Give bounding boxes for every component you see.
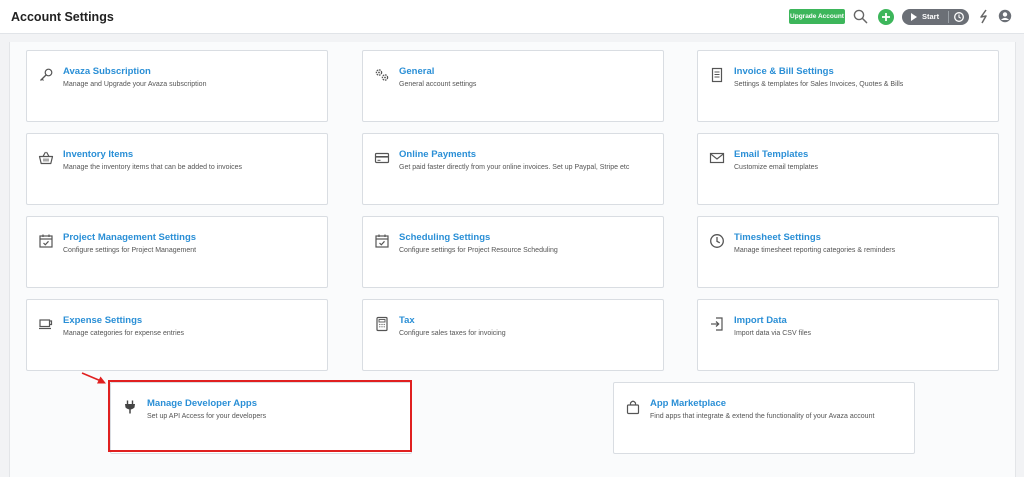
settings-card-expense-settings[interactable]: Expense Settings Manage categories for e… (26, 299, 328, 371)
highlight-box (108, 380, 412, 452)
card-title: Scheduling Settings (399, 232, 491, 243)
envelope-icon (709, 150, 725, 166)
import-icon (709, 316, 725, 332)
card-description: Configure sales taxes for invoicing (399, 330, 506, 337)
card-title: Timesheet Settings (734, 232, 821, 243)
play-icon (911, 13, 917, 21)
card-description: Customize email templates (734, 164, 819, 171)
invoice-icon (709, 67, 725, 83)
settings-card-inventory-items[interactable]: Inventory Items Manage the inventory ite… (26, 133, 328, 205)
card-title: Avaza Subscription (63, 66, 151, 77)
clock-icon (709, 233, 725, 249)
card-description: Manage and Upgrade your Avaza subscripti… (63, 81, 207, 88)
page-title: Account Settings (11, 10, 114, 24)
shopping-bag-icon (625, 399, 641, 415)
settings-card-project-management-settings[interactable]: Project Management Settings Configure se… (26, 216, 328, 288)
card-description: Configure settings for Project Managemen… (63, 247, 197, 254)
settings-card-scheduling-settings[interactable]: Scheduling Settings Configure settings f… (362, 216, 664, 288)
card-title: Project Management Settings (63, 232, 197, 243)
key-icon (38, 67, 54, 83)
card-title: Inventory Items (63, 149, 134, 160)
settings-card-email-templates[interactable]: Email Templates Customize email template… (697, 133, 999, 205)
calendar-check-icon (38, 233, 54, 249)
lightning-bolt-icon[interactable] (978, 9, 990, 29)
settings-card-general[interactable]: General General account settings (362, 50, 664, 122)
card-title: Import Data (734, 315, 787, 326)
settings-card-invoice-bill-settings[interactable]: Invoice & Bill Settings Settings & templ… (697, 50, 999, 122)
add-icon[interactable] (878, 9, 894, 25)
card-title: Email Templates (734, 149, 809, 160)
calendar-check-icon (374, 233, 390, 249)
card-description: Configure settings for Project Resource … (399, 247, 558, 254)
card-title: Expense Settings (63, 315, 143, 326)
card-description: Manage timesheet reporting categories & … (734, 247, 896, 254)
card-description: Manage categories for expense entries (63, 330, 185, 337)
card-title: General (399, 66, 435, 77)
upgrade-account-button[interactable]: Upgrade Account (789, 9, 845, 24)
card-title: Invoice & Bill Settings (734, 66, 834, 77)
timer-divider (948, 11, 949, 23)
user-account-icon[interactable] (998, 9, 1012, 28)
top-bar: Account Settings Upgrade Account Start (0, 0, 1024, 34)
annotation-arrow-icon (81, 372, 106, 384)
card-description: Get paid faster directly from your onlin… (399, 164, 630, 171)
timer-clock-icon[interactable] (953, 11, 965, 23)
card-title: App Marketplace (650, 398, 727, 409)
credit-card-icon (374, 150, 390, 166)
card-description: Manage the inventory items that can be a… (63, 164, 242, 171)
basket-icon (38, 150, 54, 166)
settings-card-online-payments[interactable]: Online Payments Get paid faster directly… (362, 133, 664, 205)
gears-icon (374, 67, 390, 83)
calculator-icon (374, 316, 390, 332)
coffee-cup-icon (38, 316, 54, 332)
settings-card-import-data[interactable]: Import Data Import data via CSV files (697, 299, 999, 371)
search-icon[interactable] (853, 9, 868, 24)
timer-start-button[interactable]: Start (902, 9, 969, 25)
settings-card-app-marketplace[interactable]: App Marketplace Find apps that integrate… (613, 382, 915, 454)
timer-start-label: Start (922, 12, 940, 21)
card-description: Import data via CSV files (734, 330, 812, 337)
card-description: General account settings (399, 81, 477, 88)
card-title: Tax (399, 315, 415, 326)
settings-card-timesheet-settings[interactable]: Timesheet Settings Manage timesheet repo… (697, 216, 999, 288)
settings-card-avaza-subscription[interactable]: Avaza Subscription Manage and Upgrade yo… (26, 50, 328, 122)
card-description: Find apps that integrate & extend the fu… (650, 413, 875, 420)
card-title: Online Payments (399, 149, 477, 160)
settings-card-tax[interactable]: Tax Configure sales taxes for invoicing (362, 299, 664, 371)
card-description: Settings & templates for Sales Invoices,… (734, 81, 904, 88)
